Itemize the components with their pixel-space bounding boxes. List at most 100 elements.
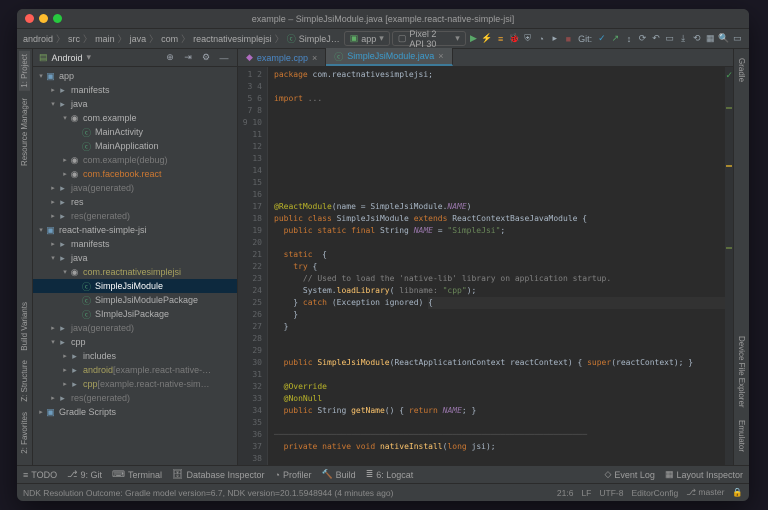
zoom-window[interactable] <box>53 14 62 23</box>
rail-favorites[interactable]: 2: Favorites <box>19 409 30 457</box>
tree-node[interactable]: ▸◉com.example (debug) <box>33 153 237 167</box>
tool-db-inspector[interactable]: 🗄Database Inspector <box>172 469 264 480</box>
git-branch[interactable]: ⎇ master <box>686 487 724 498</box>
attach-icon[interactable]: ▸ <box>549 32 561 46</box>
bottom-tool-row: ≡TODO ⎇9: Git ⌨Terminal 🗄Database Inspec… <box>17 465 749 483</box>
tab-example-cpp[interactable]: ◆example.cpp× <box>238 49 326 66</box>
tree-node[interactable]: ▸▸manifests <box>33 237 237 251</box>
project-collapse-icon[interactable]: ⇥ <box>181 51 195 65</box>
rail-build-variants[interactable]: Build Variants <box>19 299 30 354</box>
right-tool-rail: Gradle Device File Explorer Emulator <box>733 49 749 465</box>
inspection-ok-icon[interactable]: ✓ <box>725 70 733 81</box>
tool-event-log[interactable]: ◇Event Log <box>604 469 654 480</box>
project-tree[interactable]: ▾▣app▸▸manifests▾▸java▾◉com.exampleⓒMain… <box>33 67 237 465</box>
git-label: Git: <box>578 34 592 44</box>
avd-icon[interactable]: ▭ <box>664 32 676 46</box>
tree-node[interactable]: ▸▸res <box>33 195 237 209</box>
git-push-icon[interactable]: ↕ <box>623 32 635 46</box>
git-update-icon[interactable]: ✓ <box>596 32 608 46</box>
rail-emulator[interactable]: Emulator <box>736 417 747 455</box>
code-content[interactable]: package com.reactnativesimplejsi; import… <box>268 67 733 465</box>
tool-todo[interactable]: ≡TODO <box>23 470 57 480</box>
editorconfig[interactable]: EditorConfig <box>631 488 678 498</box>
device-selector[interactable]: ▢Pixel 2 API 30▾ <box>392 31 466 46</box>
line-gutter[interactable]: 1 2 3 4 5 6 7 8 9 10 11 12 13 14 15 16 1… <box>238 67 268 465</box>
status-message: NDK Resolution Outcome: Gradle model ver… <box>23 488 393 498</box>
toolbar: android〉 src〉 main〉 java〉 com〉 reactnati… <box>17 29 749 49</box>
tree-node[interactable]: ▸▸manifests <box>33 83 237 97</box>
titlebar: example – SimpleJsiModule.java [example.… <box>17 9 749 29</box>
breadcrumbs[interactable]: android〉 src〉 main〉 java〉 com〉 reactnati… <box>23 32 340 45</box>
project-header[interactable]: ▤ Android▾ ⊕ ⇥ ⚙ — <box>33 49 237 67</box>
tool-layout-inspector[interactable]: ▦Layout Inspector <box>665 469 743 480</box>
debug-icon[interactable]: 🐞 <box>508 32 520 46</box>
tree-node[interactable]: ⓒMainActivity <box>33 125 237 139</box>
rail-resource-manager[interactable]: Resource Manager <box>19 95 30 169</box>
tree-node[interactable]: ▾▸java <box>33 251 237 265</box>
apply-code-icon[interactable]: ≡ <box>495 32 507 46</box>
rail-gradle[interactable]: Gradle <box>736 55 747 85</box>
stop-icon[interactable]: ■ <box>563 32 575 46</box>
tab-simplejsimodule[interactable]: ⓒSimpleJsiModule.java× <box>326 48 452 66</box>
overflow-icon[interactable]: ▭ <box>732 32 744 46</box>
tool-build[interactable]: 🔨Build <box>321 469 355 480</box>
file-encoding[interactable]: UTF-8 <box>599 488 623 498</box>
tree-node[interactable]: ▸▣Gradle Scripts <box>33 405 237 419</box>
project-hide-icon[interactable]: — <box>217 51 231 65</box>
tool-logcat[interactable]: ≣6: Logcat <box>366 469 414 480</box>
tree-node[interactable]: ▸▸res (generated) <box>33 391 237 405</box>
tree-node[interactable]: ▾▣app <box>33 69 237 83</box>
error-stripe[interactable]: ✓ <box>725 67 733 465</box>
tree-node[interactable]: ⓒMainApplication <box>33 139 237 153</box>
lock-icon[interactable]: 🔒 <box>732 487 743 498</box>
minimize-window[interactable] <box>39 14 48 23</box>
ide-window: example – SimpleJsiModule.java [example.… <box>17 9 749 501</box>
tree-node[interactable]: ⓒSImpleJsiPackage <box>33 307 237 321</box>
tree-node[interactable]: ▸▸includes <box>33 349 237 363</box>
revert-icon[interactable]: ↶ <box>650 32 662 46</box>
tool-git[interactable]: ⎇9: Git <box>67 469 102 480</box>
git-commit-icon[interactable]: ↗ <box>610 32 622 46</box>
tree-node[interactable]: ▾◉com.example <box>33 111 237 125</box>
code-editor[interactable]: 1 2 3 4 5 6 7 8 9 10 11 12 13 14 15 16 1… <box>238 67 733 465</box>
apply-changes-icon[interactable]: ⚡ <box>481 32 493 46</box>
line-ending[interactable]: LF <box>581 488 591 498</box>
editor-tabs: ◆example.cpp× ⓒSimpleJsiModule.java× <box>238 49 733 67</box>
status-bar: NDK Resolution Outcome: Gradle model ver… <box>17 483 749 501</box>
tree-node[interactable]: ▸▸java (generated) <box>33 321 237 335</box>
tree-node[interactable]: ▾◉com.reactnativesimplejsi <box>33 265 237 279</box>
tree-node[interactable]: ▾▸java <box>33 97 237 111</box>
tree-node[interactable]: ⓒSimpleJsiModulePackage <box>33 293 237 307</box>
project-panel: ▤ Android▾ ⊕ ⇥ ⚙ — ▾▣app▸▸manifests▾▸jav… <box>33 49 238 465</box>
left-tool-rail: 1: Project Resource Manager Build Varian… <box>17 49 33 465</box>
settings-icon[interactable]: ▦ <box>704 32 716 46</box>
editor-area: ◆example.cpp× ⓒSimpleJsiModule.java× 1 2… <box>238 49 733 465</box>
tool-profiler[interactable]: ◔Profiler <box>275 470 312 480</box>
tree-node[interactable]: ▸▸cpp [example.react-native-sim… <box>33 377 237 391</box>
sync-icon[interactable]: ⟲ <box>691 32 703 46</box>
close-window[interactable] <box>25 14 34 23</box>
run-icon[interactable]: ▶ <box>468 32 480 46</box>
rail-project[interactable]: 1: Project <box>19 51 30 91</box>
search-icon[interactable]: 🔍 <box>718 32 730 46</box>
tree-node[interactable]: ▸▸java (generated) <box>33 181 237 195</box>
sdk-icon[interactable]: ⤓ <box>677 32 689 46</box>
tree-node[interactable]: ▸▸android [example.react-native-… <box>33 363 237 377</box>
tree-node[interactable]: ▸◉com.facebook.react <box>33 167 237 181</box>
coverage-icon[interactable]: ⛨ <box>522 32 534 46</box>
tree-node[interactable]: ▾▸cpp <box>33 335 237 349</box>
tree-node[interactable]: ▸▸res (generated) <box>33 209 237 223</box>
run-config-selector[interactable]: ▣app▾ <box>344 31 390 46</box>
project-gear-icon[interactable]: ⚙ <box>199 51 213 65</box>
traffic-lights <box>25 14 62 23</box>
rail-structure[interactable]: Z: Structure <box>19 357 30 405</box>
project-settings-icon[interactable]: ⊕ <box>163 51 177 65</box>
rail-device-file-explorer[interactable]: Device File Explorer <box>736 333 747 411</box>
caret-position[interactable]: 21:6 <box>557 488 574 498</box>
tree-node[interactable]: ▾▣react-native-simple-jsi <box>33 223 237 237</box>
tool-terminal[interactable]: ⌨Terminal <box>112 469 162 480</box>
git-history-icon[interactable]: ⟳ <box>637 32 649 46</box>
profile-icon[interactable]: ◔ <box>535 32 547 46</box>
tree-node[interactable]: ⓒSimpleJsiModule <box>33 279 237 293</box>
window-title: example – SimpleJsiModule.java [example.… <box>17 14 749 24</box>
